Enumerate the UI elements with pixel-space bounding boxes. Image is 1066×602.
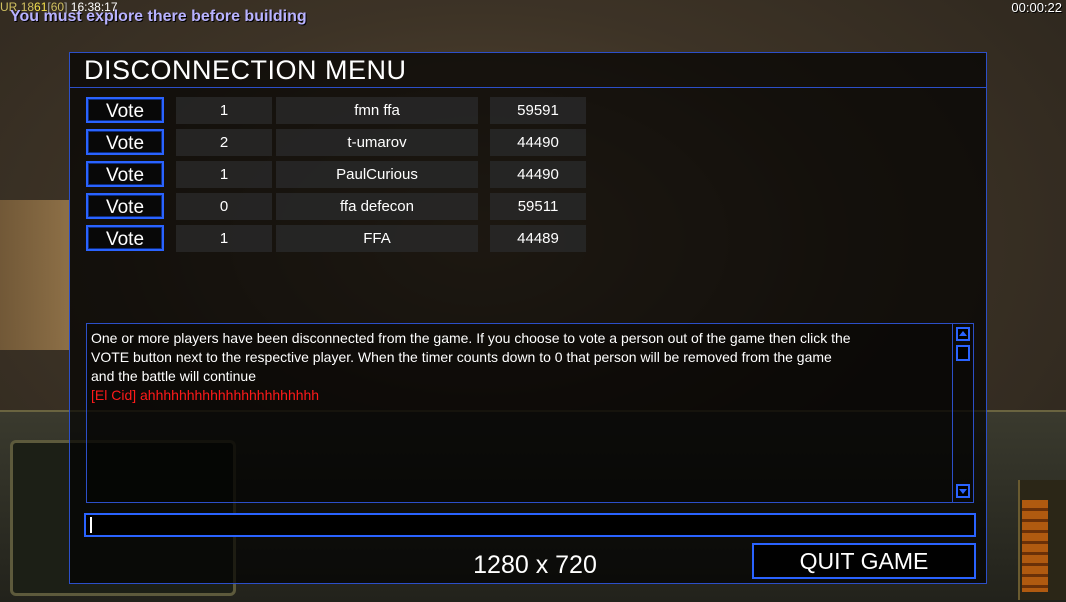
background-power-bar <box>1022 500 1048 592</box>
player-timer: 44490 <box>490 129 586 156</box>
message-line: VOTE button next to the respective playe… <box>91 349 832 365</box>
player-vote-count: 1 <box>176 225 272 252</box>
player-name: FFA <box>276 225 478 252</box>
message-text: One or more players have been disconnect… <box>91 329 947 405</box>
dialog-title: DISCONNECTION MENU <box>84 55 407 85</box>
player-name: t-umarov <box>276 129 478 156</box>
game-timer: 00:00:22 <box>1011 0 1062 15</box>
message-line: One or more players have been disconnect… <box>91 330 851 346</box>
player-name: ffa defecon <box>276 193 478 220</box>
message-log: One or more players have been disconnect… <box>86 323 974 503</box>
dialog-title-bar: DISCONNECTION MENU <box>70 53 986 88</box>
vote-button[interactable]: Vote <box>86 161 164 187</box>
player-timer: 59511 <box>490 193 586 220</box>
resolution-label: 1280 x 720 <box>473 551 597 579</box>
chat-message: [El Cid] ahhhhhhhhhhhhhhhhhhhhhh <box>91 387 320 403</box>
player-vote-count: 1 <box>176 97 272 124</box>
vote-button[interactable]: Vote <box>86 225 164 251</box>
chat-input[interactable] <box>84 513 976 537</box>
message-line: and the battle will continue <box>91 368 256 384</box>
explore-message: You must explore there before building <box>10 8 307 25</box>
player-vote-count: 1 <box>176 161 272 188</box>
player-name: fmn ffa <box>276 97 478 124</box>
message-scrollbar[interactable] <box>952 324 973 502</box>
background-building <box>0 200 70 350</box>
player-timer: 44490 <box>490 161 586 188</box>
disconnection-dialog: DISCONNECTION MENU Vote 1 fmn ffa 59591 … <box>69 52 987 584</box>
vote-button[interactable]: Vote <box>86 97 164 123</box>
scroll-up-button[interactable] <box>956 327 970 341</box>
quit-game-button[interactable]: QUIT GAME <box>752 543 976 579</box>
player-timer: 59591 <box>490 97 586 124</box>
triangle-up-icon <box>959 331 967 336</box>
scroll-down-button[interactable] <box>956 484 970 498</box>
vote-button[interactable]: Vote <box>86 129 164 155</box>
triangle-down-icon <box>959 489 967 494</box>
text-cursor <box>90 517 92 533</box>
player-name: PaulCurious <box>276 161 478 188</box>
player-vote-count: 0 <box>176 193 272 220</box>
player-vote-count: 2 <box>176 129 272 156</box>
scroll-thumb[interactable] <box>956 345 970 361</box>
vote-button[interactable]: Vote <box>86 193 164 219</box>
player-timer: 44489 <box>490 225 586 252</box>
